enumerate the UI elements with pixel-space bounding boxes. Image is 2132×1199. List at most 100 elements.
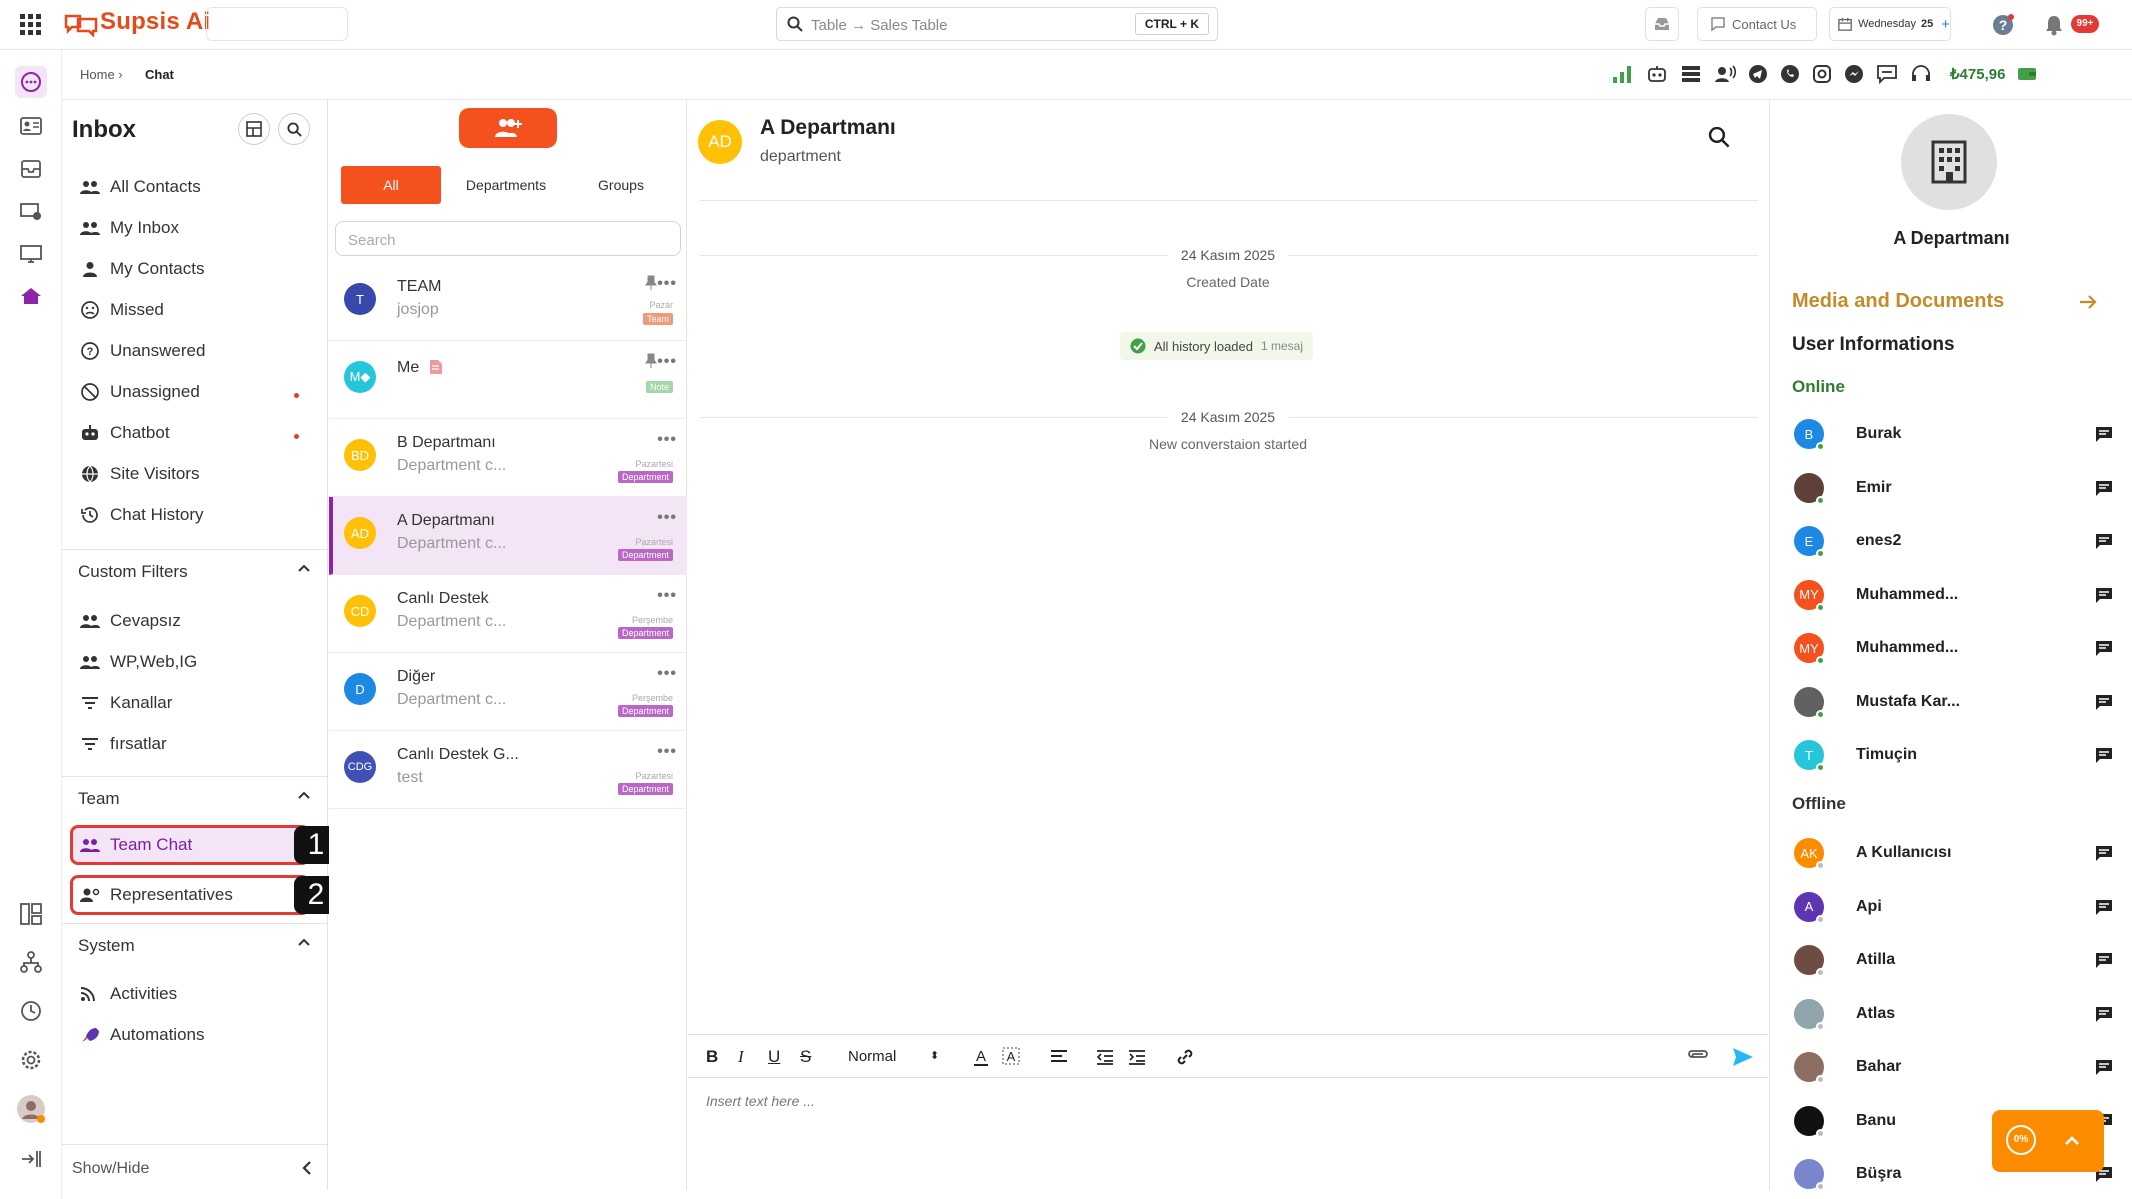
tab-groups[interactable]: Groups [571, 166, 671, 204]
more-options-icon[interactable]: ••• [657, 665, 677, 683]
rail-home-icon[interactable] [15, 280, 47, 312]
rail-hierarchy-icon[interactable] [15, 946, 47, 978]
user-row[interactable]: A Api [1794, 888, 2114, 928]
nav-my-contacts[interactable]: My Contacts [80, 254, 204, 284]
message-icon[interactable] [2094, 425, 2114, 443]
user-row[interactable]: MY Muhammed... [1794, 576, 2114, 616]
help-icon[interactable]: ? [1992, 14, 2014, 36]
user-row[interactable]: T Timuçin [1794, 736, 2114, 776]
apps-grid-icon[interactable] [20, 14, 42, 36]
progress-widget[interactable]: 0% [1992, 1110, 2104, 1172]
date-widget[interactable]: Wednesday 25 + [1829, 7, 1951, 41]
show-hide-toggle[interactable]: Show/Hide [62, 1144, 328, 1190]
attachment-icon[interactable] [1686, 1049, 1708, 1065]
outdent-icon[interactable] [1096, 1049, 1114, 1065]
conversation-item-canli-destek[interactable]: CD Canlı Destek Department c... ••• Perş… [329, 575, 687, 653]
workspace-selector[interactable] [206, 7, 348, 41]
filter-firsatlar[interactable]: fırsatlar [80, 729, 167, 759]
tab-departments[interactable]: Departments [451, 166, 561, 204]
global-search[interactable]: Table → Sales Table CTRL + K [776, 7, 1218, 41]
conversation-item-b-departmani[interactable]: BD B Departmanı Department c... ••• Paza… [329, 419, 687, 497]
more-options-icon[interactable]: ••• [657, 743, 677, 761]
nav-automations[interactable]: Automations [80, 1020, 205, 1050]
layout-toggle-button[interactable] [238, 113, 270, 145]
user-row[interactable]: Emir [1794, 469, 2114, 509]
nav-activities[interactable]: Activities [80, 979, 177, 1009]
chat-search-icon[interactable] [1708, 126, 1730, 148]
nav-team-chat[interactable]: Team Chat [80, 830, 192, 860]
arrow-right-icon[interactable] [2079, 294, 2097, 310]
conversation-search-input[interactable]: Search [335, 221, 681, 256]
nav-chat-history[interactable]: Chat History [80, 500, 204, 530]
italic-button[interactable]: I [738, 1047, 744, 1067]
more-options-icon[interactable]: ••• [657, 509, 677, 527]
send-icon[interactable] [1732, 1047, 1754, 1067]
more-options-icon[interactable]: ••• [657, 587, 677, 605]
conversation-item-team[interactable]: T TEAM josjop ••• Pazar Team [329, 263, 687, 341]
format-select[interactable]: Normal [848, 1048, 896, 1065]
message-icon[interactable] [2094, 479, 2114, 497]
user-row[interactable]: Atlas [1794, 995, 2114, 1035]
add-event-icon[interactable]: + [1941, 16, 1950, 33]
message-icon[interactable] [2094, 898, 2114, 916]
filter-cevapsiz[interactable]: Cevapsız [80, 606, 181, 636]
rail-settings-icon[interactable] [15, 1044, 47, 1076]
user-row[interactable]: Eenes2 [1794, 522, 2114, 562]
message-icon[interactable] [2094, 951, 2114, 969]
rail-contacts-icon[interactable] [15, 110, 47, 142]
nav-unassigned[interactable]: Unassigned [80, 377, 200, 407]
message-icon[interactable] [2094, 746, 2114, 764]
user-row[interactable]: B Burak [1794, 415, 2114, 455]
more-options-icon[interactable]: ••• [657, 431, 677, 449]
team-header[interactable]: Team [62, 776, 328, 820]
highlight-color-icon[interactable]: A [1002, 1047, 1020, 1067]
nav-site-visitors[interactable]: Site Visitors [80, 459, 199, 489]
rail-chat-icon[interactable] [15, 66, 47, 98]
message-icon[interactable] [2094, 586, 2114, 604]
filter-wp-web-ig[interactable]: WP,Web,IG [80, 647, 197, 677]
message-icon[interactable] [2094, 1058, 2114, 1076]
user-row[interactable]: Mustafa Kar... [1794, 683, 2114, 723]
user-row[interactable]: Bahar [1794, 1048, 2114, 1088]
user-row[interactable]: AK A Kullanıcısı [1794, 834, 2114, 874]
nav-unanswered[interactable]: ? Unanswered [80, 336, 205, 366]
media-documents-link[interactable]: Media and Documents [1792, 290, 2004, 313]
conversation-item-a-departmani[interactable]: AD A Departmanı Department c... ••• Paza… [329, 497, 687, 575]
conversation-item-diger[interactable]: D Diğer Department c... ••• Perşembe Dep… [329, 653, 687, 731]
underline-button[interactable]: U [768, 1047, 780, 1067]
message-icon[interactable] [2094, 693, 2114, 711]
nav-representatives[interactable]: Representatives [80, 880, 233, 910]
message-input[interactable]: Insert text here ... [706, 1093, 815, 1109]
new-group-button[interactable] [459, 108, 557, 148]
filter-kanallar[interactable]: Kanallar [80, 688, 172, 718]
rail-clock-icon[interactable] [15, 995, 47, 1027]
strike-button[interactable]: S [800, 1047, 811, 1067]
user-row[interactable]: Atilla [1794, 941, 2114, 981]
inbox-tray-button[interactable] [1645, 7, 1679, 41]
message-icon[interactable] [2094, 1005, 2114, 1023]
rail-collapse-icon[interactable] [15, 1143, 47, 1175]
conversation-item-canli-destek-g[interactable]: CDG Canlı Destek G... test ••• Pazartesi… [329, 731, 687, 809]
indent-icon[interactable] [1128, 1049, 1146, 1065]
link-icon[interactable] [1176, 1048, 1194, 1066]
text-color-icon[interactable]: A [972, 1047, 990, 1067]
nav-my-inbox[interactable]: My Inbox [80, 213, 179, 243]
more-options-icon[interactable]: ••• [657, 275, 677, 293]
rail-screen-settings-icon[interactable] [15, 196, 47, 228]
message-icon[interactable] [2094, 639, 2114, 657]
conversation-item-me[interactable]: M◆ Me ••• Note [329, 341, 687, 419]
nav-all-contacts[interactable]: All Contacts [80, 172, 201, 202]
align-left-icon[interactable] [1050, 1049, 1068, 1065]
rail-layout-icon[interactable] [15, 898, 47, 930]
system-header[interactable]: System [62, 923, 328, 967]
rail-user-avatar[interactable] [15, 1093, 47, 1125]
tab-all[interactable]: All [341, 166, 441, 204]
rail-monitor-icon[interactable] [15, 238, 47, 270]
custom-filters-header[interactable]: Custom Filters [62, 549, 328, 593]
nav-missed[interactable]: Missed [80, 295, 164, 325]
contact-us-button[interactable]: Contact Us [1697, 7, 1817, 41]
breadcrumb-home[interactable]: Home › [80, 67, 123, 82]
nav-chatbot[interactable]: Chatbot [80, 418, 170, 448]
bold-button[interactable]: B [706, 1047, 718, 1067]
rail-archive-icon[interactable] [15, 153, 47, 185]
